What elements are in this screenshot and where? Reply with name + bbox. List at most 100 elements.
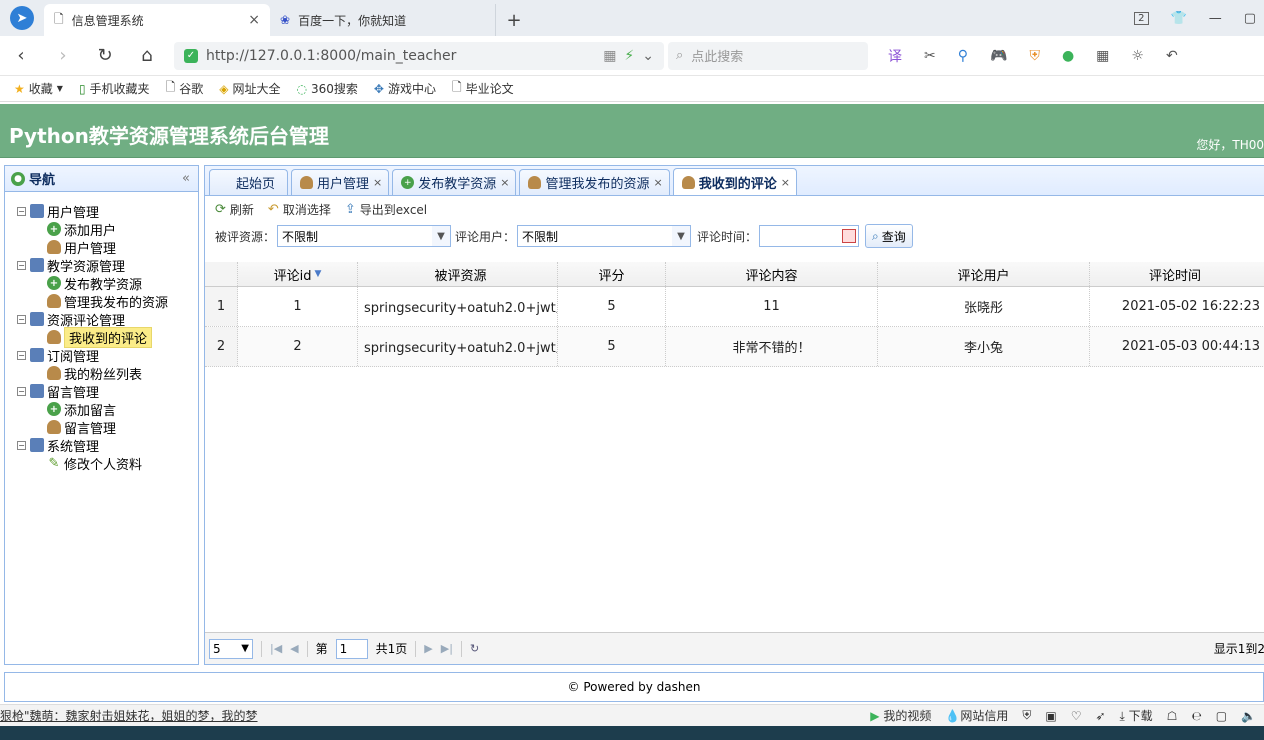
close-icon[interactable]: × [781, 176, 790, 189]
nav-group-system[interactable]: − 系统管理 [5, 436, 198, 455]
gamepad-icon[interactable]: 🎮 [990, 48, 1007, 64]
nav-item-my-resources[interactable]: 管理我发布的资源 [5, 292, 198, 311]
ie-icon[interactable]: ℮ [1191, 709, 1201, 723]
chevron-down-icon[interactable]: ⌄ [642, 48, 654, 64]
query-button[interactable]: ⌕ 查询 [865, 224, 913, 248]
lightning-icon[interactable]: ⚡ [624, 48, 634, 64]
nav-item-fans[interactable]: 我的粉丝列表 [5, 364, 198, 383]
nav-item-message-manage[interactable]: 留言管理 [5, 418, 198, 437]
tab-start[interactable]: 起始页 [209, 169, 289, 195]
nav-item-add-message[interactable]: + 添加留言 [5, 400, 198, 419]
search-field[interactable]: ⌕ 点此搜索 [668, 41, 868, 70]
column-header-time[interactable]: 评论时间 [1090, 262, 1264, 286]
image-icon[interactable]: ▣ [1045, 709, 1056, 723]
nav-group-users[interactable]: − 用户管理 [5, 202, 198, 221]
magnifier-icon[interactable]: ⚲ [958, 48, 968, 64]
collapse-toggle-icon[interactable]: − [17, 206, 26, 216]
page-size-select[interactable]: 5 ▼ [209, 638, 253, 659]
nav-group-subscriptions[interactable]: − 订阅管理 [5, 346, 198, 365]
refresh-button[interactable]: ⟳ 刷新 [215, 201, 254, 218]
shield-icon[interactable]: ⛨ [1022, 708, 1031, 723]
last-page-icon[interactable]: ▶| [441, 642, 453, 655]
bookmark-favorites[interactable]: ★ 收藏 ▼ [14, 80, 63, 97]
reload-button[interactable]: ↻ [84, 45, 126, 66]
column-header-content[interactable]: 评论内容 [666, 262, 878, 286]
table-row[interactable]: 1 1 springsecurity+oatuh2.0+jwt入门 5 11 张… [205, 287, 1264, 327]
tab-received-comments[interactable]: 我收到的评论 × [672, 168, 797, 195]
close-icon[interactable]: × [500, 176, 509, 189]
browser-logo[interactable]: ➤ [0, 0, 44, 36]
close-icon[interactable]: × [654, 176, 663, 189]
column-header-score[interactable]: 评分 [558, 262, 666, 286]
scissors-icon[interactable]: ✂ [924, 48, 936, 64]
back-button[interactable]: ‹ [0, 45, 42, 66]
bookmark-games[interactable]: ✥ 游戏中心 [374, 80, 436, 97]
nav-group-comments[interactable]: − 资源评论管理 [5, 310, 198, 329]
window-icon[interactable]: ▢ [1216, 709, 1227, 723]
green-circle-icon[interactable]: ● [1062, 48, 1074, 64]
forward-button[interactable]: › [42, 45, 84, 66]
nav-group-resources[interactable]: − 教学资源管理 [5, 256, 198, 275]
close-icon[interactable]: × [373, 176, 382, 189]
bookmark-360[interactable]: ◌ 360搜索 [296, 80, 357, 97]
tab-my-resources[interactable]: 管理我发布的资源 × [519, 169, 670, 195]
undo-icon[interactable]: ↶ [1166, 48, 1178, 64]
rocket-icon[interactable]: ➶ [1095, 709, 1105, 723]
first-page-icon[interactable]: |◀ [270, 642, 282, 655]
minimize-button[interactable]: — [1209, 11, 1222, 26]
user-filter-select[interactable]: 不限制 ▼ [517, 225, 692, 247]
bookmark-mobile[interactable]: ▯ 手机收藏夹 [79, 80, 150, 97]
time-filter-input[interactable] [759, 225, 860, 247]
calendar-icon[interactable] [842, 229, 857, 243]
video-button[interactable]: ▶ 我的视频 [870, 707, 931, 724]
tab-publish-resource[interactable]: + 发布教学资源 × [392, 169, 517, 195]
browser-tab-baidu[interactable]: ❀ 百度一下，你就知道 [270, 4, 496, 36]
collapse-toggle-icon[interactable]: − [17, 314, 26, 324]
grid-icon[interactable]: ▦ [1096, 48, 1109, 64]
shield-icon[interactable]: ⛨ [1029, 48, 1040, 64]
nav-item-add-user[interactable]: + 添加用户 [5, 220, 198, 239]
bookmark-thesis[interactable]: 🗋 毕业论文 [452, 78, 514, 99]
next-page-icon[interactable]: ▶ [424, 642, 432, 655]
page-number-input[interactable]: 1 [335, 638, 368, 659]
export-excel-button[interactable]: ⇪ 导出到excel [345, 201, 427, 218]
column-header-user[interactable]: 评论用户 [878, 262, 1090, 286]
tab-user-manage[interactable]: 用户管理 × [291, 169, 390, 195]
nav-item-edit-profile[interactable]: ✎ 修改个人资料 [5, 454, 198, 473]
nav-item-user-manage[interactable]: 用户管理 [5, 238, 198, 257]
heart-icon[interactable]: ♡ [1071, 709, 1082, 723]
news-ticker-link[interactable]: 狠枪"魏萌：魏家射击姐妹花，姐姐的梦，我的梦 [0, 707, 258, 724]
nav-item-publish-resource[interactable]: + 发布教学资源 [5, 274, 198, 293]
column-header-id[interactable]: 评论id ▼ [238, 262, 358, 286]
browser-tab-active[interactable]: 🗋 信息管理系统 × [44, 4, 270, 36]
credit-button[interactable]: 💧网站信用 [945, 707, 1008, 724]
close-tab-icon[interactable]: × [248, 12, 260, 28]
shirt-icon[interactable]: 👕 [1171, 11, 1187, 26]
collapse-icon[interactable]: « [182, 171, 190, 186]
download-button[interactable]: ⤓ 下载 [1120, 707, 1153, 724]
prev-page-icon[interactable]: ◀ [290, 642, 298, 655]
collapse-toggle-icon[interactable]: − [17, 440, 26, 450]
home-button[interactable]: ⌂ [126, 45, 168, 66]
nav-group-messages[interactable]: − 留言管理 [5, 382, 198, 401]
translate-icon[interactable]: 译 [888, 46, 902, 66]
speaker-icon[interactable]: 🔈 [1241, 709, 1256, 723]
bookmark-sites[interactable]: ◈ 网址大全 [219, 80, 280, 97]
sun-icon[interactable]: ☼ [1131, 48, 1144, 64]
deselect-button[interactable]: ↶ 取消选择 [268, 201, 331, 218]
collapse-toggle-icon[interactable]: − [17, 350, 26, 360]
qr-icon[interactable]: ▦ [603, 48, 616, 64]
new-tab-button[interactable]: + [496, 4, 532, 36]
table-row[interactable]: 2 2 springsecurity+oatuh2.0+jwt入门 5 非常不错… [205, 327, 1264, 367]
reload-icon[interactable]: ↻ [470, 642, 479, 655]
url-field[interactable]: ✓ http://127.0.0.1:8000/main_teacher ▦ ⚡… [174, 41, 664, 70]
bookmark-google[interactable]: 🗋 谷歌 [166, 78, 204, 99]
nav-item-received-comments[interactable]: 我收到的评论 [5, 326, 198, 348]
column-header-resource[interactable]: 被评资源 [358, 262, 558, 286]
resource-filter-select[interactable]: 不限制 ▼ [277, 225, 452, 247]
gamepad-icon[interactable]: ☖ [1167, 709, 1178, 723]
window-count-badge[interactable]: 2 [1134, 11, 1149, 25]
maximize-button[interactable]: ▢ [1244, 11, 1256, 26]
collapse-toggle-icon[interactable]: − [17, 260, 26, 270]
collapse-toggle-icon[interactable]: − [17, 386, 26, 396]
